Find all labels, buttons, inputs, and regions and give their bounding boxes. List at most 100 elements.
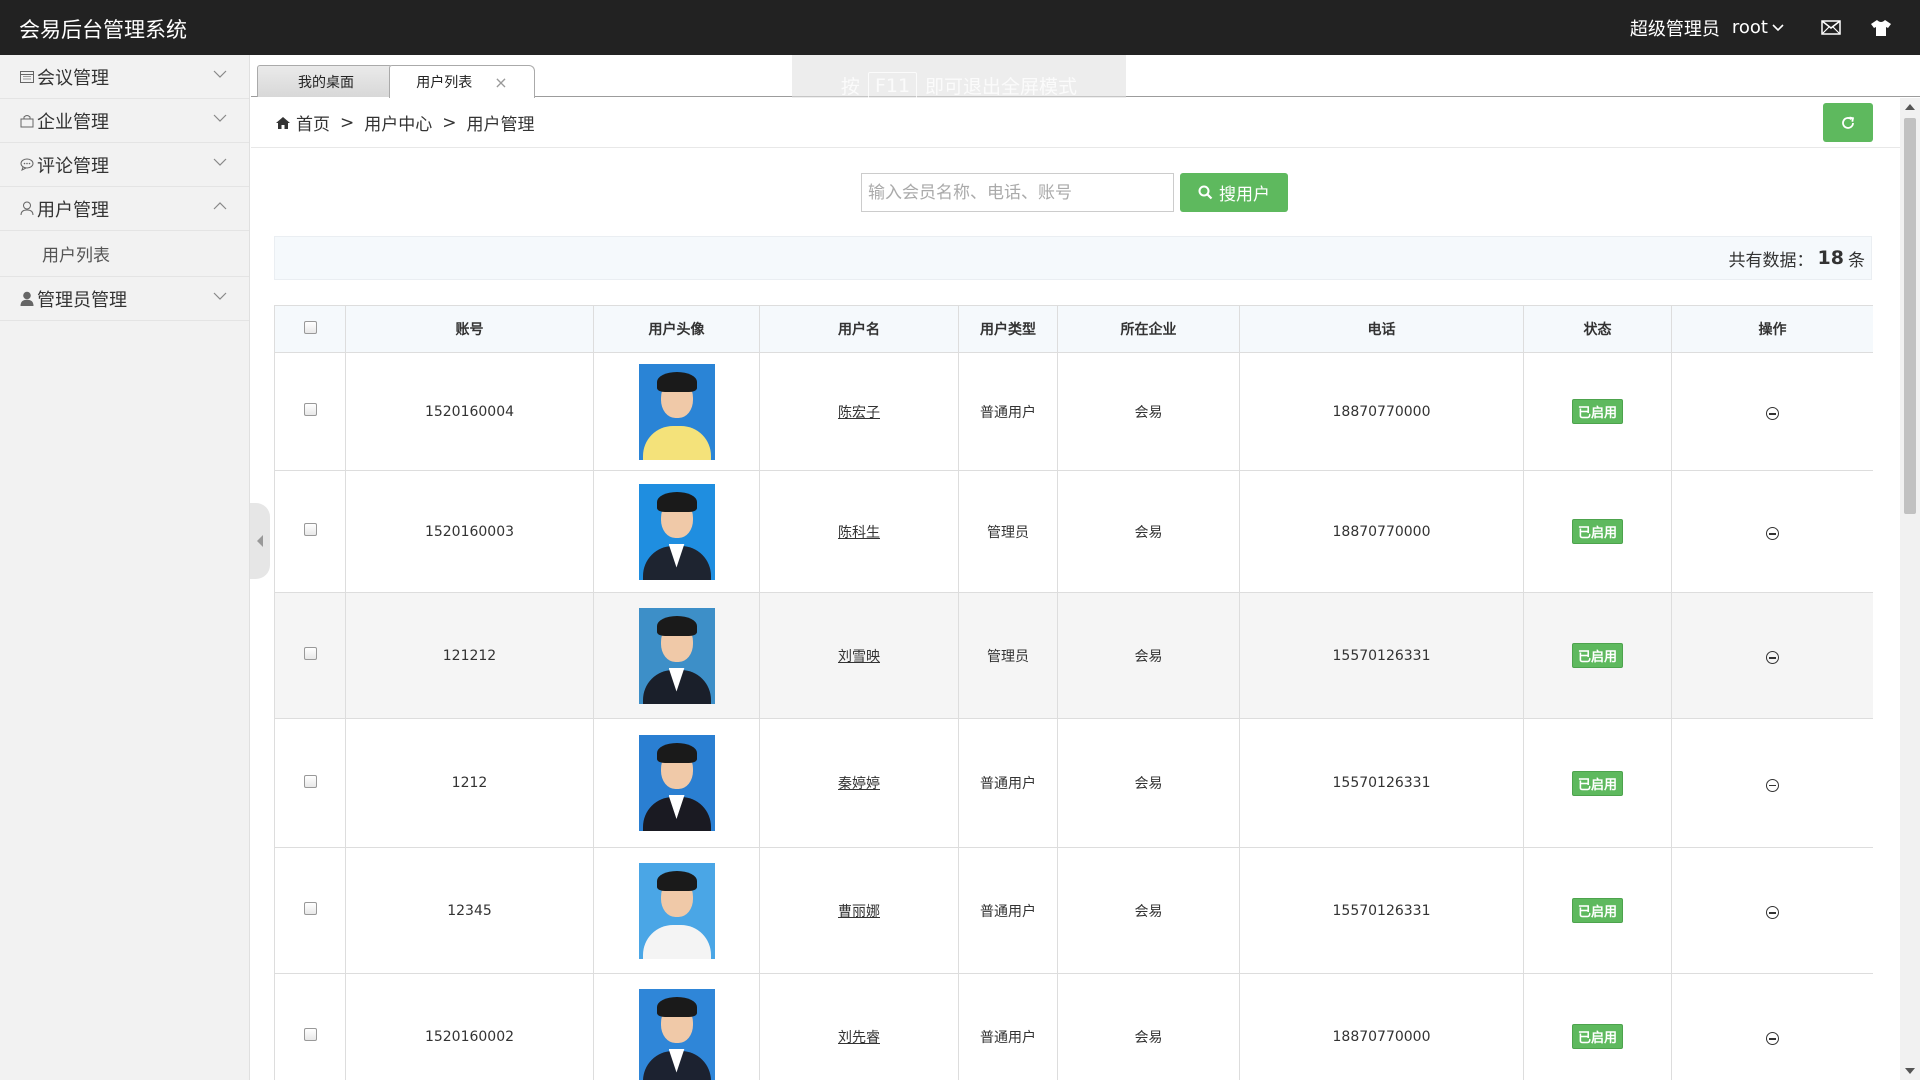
company-cell: 会易 bbox=[1057, 352, 1240, 471]
row-checkbox[interactable] bbox=[303, 902, 317, 915]
row-checkbox[interactable] bbox=[303, 403, 317, 416]
breadcrumb-user-center[interactable]: 用户中心 bbox=[364, 110, 432, 135]
avatar bbox=[638, 988, 715, 1080]
avatar bbox=[638, 363, 715, 460]
user-dropdown[interactable]: root bbox=[1732, 17, 1784, 38]
account-cell: 12345 bbox=[345, 847, 594, 974]
username-link[interactable]: 曹丽娜 bbox=[838, 904, 880, 920]
tab-user-list[interactable]: 用户列表 × bbox=[389, 65, 535, 98]
avatar bbox=[638, 735, 715, 831]
tab-desktop[interactable]: 我的桌面 bbox=[257, 65, 395, 97]
breadcrumb-home[interactable]: 首页 bbox=[296, 110, 330, 135]
chevron-down-icon bbox=[213, 70, 227, 78]
company-cell: 会易 bbox=[1057, 592, 1240, 719]
breadcrumb-separator: > bbox=[340, 112, 355, 133]
avatar-cell bbox=[593, 973, 760, 1080]
disable-user-icon[interactable] bbox=[1766, 651, 1779, 665]
sidebar: 会议管理 企业管理 评论管理 用户管理 用户列表 管理员管理 bbox=[0, 55, 250, 1080]
user-type-cell: 普通用户 bbox=[958, 718, 1058, 848]
avatar bbox=[638, 483, 715, 580]
username-cell: 刘雪映 bbox=[759, 592, 959, 719]
disable-user-icon[interactable] bbox=[1766, 1032, 1779, 1046]
avatar bbox=[638, 607, 715, 704]
close-icon[interactable]: × bbox=[494, 73, 507, 92]
search-area: 搜用户 bbox=[861, 173, 1288, 212]
avatar-cell bbox=[593, 470, 760, 593]
row-checkbox[interactable] bbox=[303, 523, 317, 536]
app-logo[interactable]: 会易后台管理系统 bbox=[19, 14, 187, 44]
vertical-scrollbar[interactable] bbox=[1900, 98, 1920, 1080]
search-users-button[interactable]: 搜用户 bbox=[1180, 173, 1288, 212]
avatar-cell bbox=[593, 592, 760, 719]
username-link[interactable]: 陈科生 bbox=[838, 525, 880, 541]
status-badge: 已启用 bbox=[1571, 643, 1623, 668]
table-row: 1520160002 刘先睿 普通用户 会易 18870770000 已启用 bbox=[274, 973, 1873, 1080]
username-link[interactable]: 秦婷婷 bbox=[838, 776, 880, 792]
chevron-down-icon bbox=[1772, 23, 1784, 31]
avatar bbox=[638, 862, 715, 959]
account-cell: 1212 bbox=[345, 718, 594, 848]
fullscreen-tip-before: 按 bbox=[840, 76, 860, 98]
row-select-cell bbox=[274, 352, 346, 471]
row-checkbox[interactable] bbox=[303, 774, 317, 788]
refresh-icon bbox=[1842, 116, 1855, 129]
operation-cell bbox=[1671, 718, 1873, 848]
sidebar-item-comment[interactable]: 评论管理 bbox=[0, 143, 249, 187]
comment-icon bbox=[19, 157, 35, 173]
user-table-container: 账号 用户头像 用户名 用户类型 所在企业 电话 状态 操作 152016000… bbox=[274, 305, 1873, 1080]
disable-user-icon[interactable] bbox=[1766, 407, 1779, 421]
sidebar-collapse-handle[interactable] bbox=[250, 503, 270, 579]
sidebar-item-enterprise[interactable]: 企业管理 bbox=[0, 99, 249, 143]
column-header: 电话 bbox=[1239, 305, 1524, 353]
scroll-up-arrow-icon[interactable] bbox=[1905, 104, 1915, 110]
chevron-up-icon bbox=[213, 202, 227, 210]
disable-user-icon[interactable] bbox=[1766, 527, 1779, 541]
sidebar-item-users[interactable]: 用户管理 bbox=[0, 187, 249, 231]
mail-icon[interactable] bbox=[1820, 17, 1842, 39]
sidebar-subitem-user-list[interactable]: 用户列表 bbox=[0, 231, 249, 277]
scroll-thumb[interactable] bbox=[1904, 118, 1916, 514]
column-header: 用户名 bbox=[759, 305, 959, 353]
data-count-bar: 共有数据： 18 条 bbox=[274, 236, 1872, 280]
chevron-down-icon bbox=[213, 292, 227, 300]
user-type-cell: 管理员 bbox=[958, 470, 1058, 593]
username-link[interactable]: 陈宏子 bbox=[838, 405, 880, 421]
phone-cell: 18870770000 bbox=[1239, 470, 1524, 593]
select-all-cell bbox=[274, 305, 346, 353]
username-link[interactable]: 刘雪映 bbox=[838, 649, 880, 665]
sidebar-item-admins[interactable]: 管理员管理 bbox=[0, 277, 249, 321]
disable-user-icon[interactable] bbox=[1766, 778, 1779, 792]
row-checkbox[interactable] bbox=[303, 1028, 317, 1041]
theme-shirt-icon[interactable] bbox=[1870, 17, 1892, 39]
user-type-cell: 普通用户 bbox=[958, 973, 1058, 1080]
username-link[interactable]: 刘先睿 bbox=[838, 1030, 880, 1046]
column-header: 操作 bbox=[1671, 305, 1873, 353]
row-select-cell bbox=[274, 973, 346, 1080]
account-cell: 121212 bbox=[345, 592, 594, 719]
tab-label: 用户列表 bbox=[416, 75, 473, 91]
account-cell: 1520160002 bbox=[345, 973, 594, 1080]
scroll-down-arrow-icon[interactable] bbox=[1905, 1068, 1915, 1074]
row-checkbox[interactable] bbox=[303, 647, 317, 660]
breadcrumb-separator: > bbox=[442, 112, 457, 133]
disable-user-icon[interactable] bbox=[1766, 906, 1779, 920]
sidebar-item-meeting[interactable]: 会议管理 bbox=[0, 55, 249, 99]
avatar-cell bbox=[593, 847, 760, 974]
column-header: 所在企业 bbox=[1057, 305, 1240, 353]
fullscreen-tip-after: 即可退出全屏模式 bbox=[925, 76, 1078, 98]
company-cell: 会易 bbox=[1057, 973, 1240, 1080]
user-table: 账号 用户头像 用户名 用户类型 所在企业 电话 状态 操作 152016000… bbox=[274, 305, 1873, 1080]
operation-cell bbox=[1671, 847, 1873, 974]
search-input[interactable] bbox=[861, 173, 1174, 212]
username-cell: 陈宏子 bbox=[759, 352, 959, 471]
sidebar-subitem-label: 用户列表 bbox=[42, 246, 110, 266]
calendar-icon bbox=[19, 69, 35, 85]
company-cell: 会易 bbox=[1057, 847, 1240, 974]
sidebar-item-label: 会议管理 bbox=[37, 67, 109, 89]
company-cell: 会易 bbox=[1057, 470, 1240, 593]
select-all-checkbox[interactable] bbox=[303, 320, 317, 334]
sidebar-item-label: 企业管理 bbox=[37, 111, 109, 133]
refresh-button[interactable] bbox=[1823, 103, 1873, 142]
operation-cell bbox=[1671, 973, 1873, 1080]
avatar-cell bbox=[593, 352, 760, 471]
